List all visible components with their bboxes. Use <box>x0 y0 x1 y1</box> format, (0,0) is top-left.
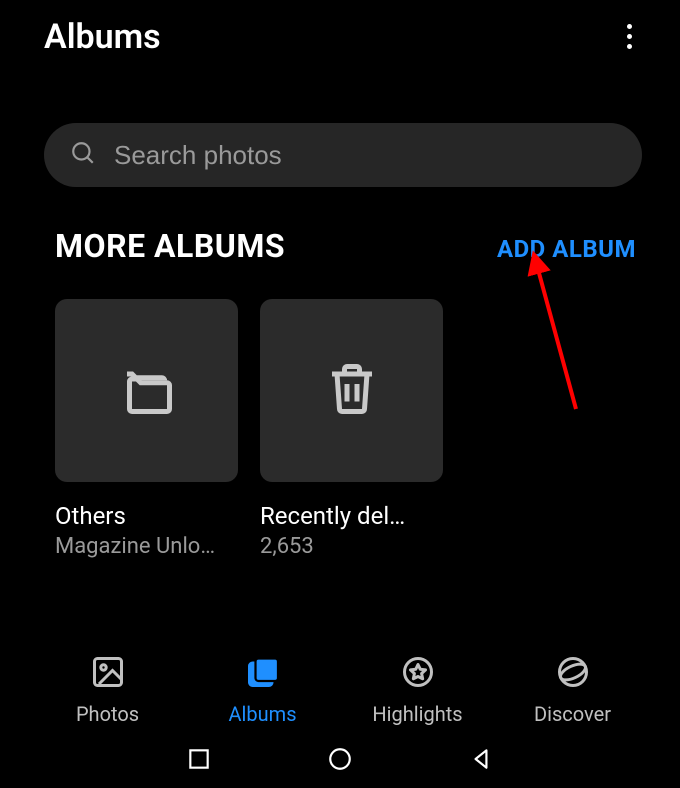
bottom-nav: Photos Albums Highlights Discover <box>0 654 680 726</box>
system-nav <box>0 733 680 788</box>
album-name: Others <box>55 502 238 530</box>
album-subtitle: Magazine Unlo… <box>55 534 238 559</box>
page-title: Albums <box>44 17 161 57</box>
albums-icon <box>245 654 281 694</box>
recent-apps-button[interactable] <box>186 746 212 776</box>
album-subtitle: 2,653 <box>260 534 443 559</box>
more-menu-button[interactable] <box>617 14 642 59</box>
photos-icon <box>90 654 126 694</box>
nav-discover[interactable]: Discover <box>513 654 633 726</box>
search-input[interactable] <box>114 140 616 171</box>
nav-label: Photos <box>76 702 139 726</box>
section-title: MORE ALBUMS <box>55 227 285 265</box>
nav-label: Albums <box>228 702 296 726</box>
nav-albums[interactable]: Albums <box>203 654 323 726</box>
album-thumbnail <box>260 299 443 482</box>
nav-photos[interactable]: Photos <box>48 654 168 726</box>
search-icon <box>70 140 96 170</box>
album-thumbnail <box>55 299 238 482</box>
search-bar[interactable] <box>44 123 642 187</box>
trash-icon <box>322 359 382 423</box>
nav-label: Discover <box>534 702 611 726</box>
album-name: Recently del… <box>260 502 443 530</box>
highlights-icon <box>400 654 436 694</box>
dots-icon <box>627 24 632 29</box>
nav-highlights[interactable]: Highlights <box>358 654 478 726</box>
add-album-button[interactable]: ADD ALBUM <box>497 235 636 263</box>
back-button[interactable] <box>468 746 494 776</box>
nav-label: Highlights <box>372 702 462 726</box>
album-item-recently-deleted[interactable]: Recently del… 2,653 <box>260 299 443 559</box>
discover-icon <box>555 654 591 694</box>
folder-icon <box>117 359 177 423</box>
album-item-others[interactable]: Others Magazine Unlo… <box>55 299 238 559</box>
home-button[interactable] <box>327 746 353 776</box>
